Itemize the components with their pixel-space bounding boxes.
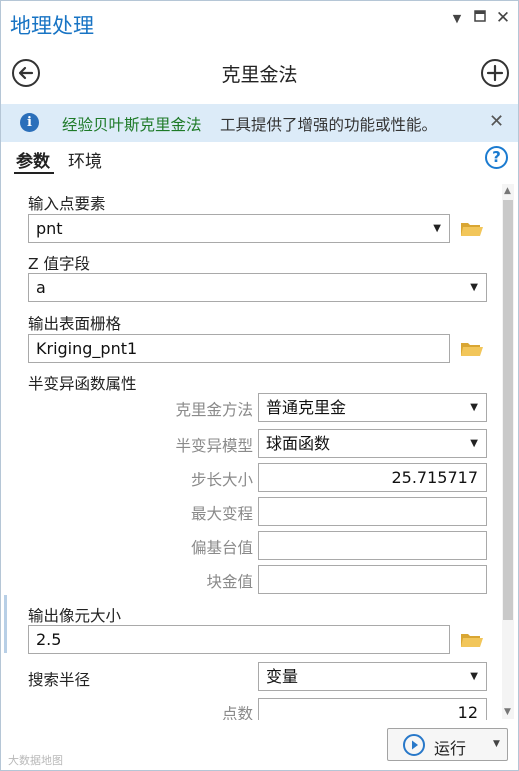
kriging-method-dropdown[interactable]: 普通克里金 ▼ — [258, 393, 487, 422]
chevron-down-icon: ▼ — [470, 671, 478, 682]
nugget-input[interactable] — [258, 565, 487, 594]
lag-size-input[interactable]: 25.715717 — [258, 463, 487, 492]
chevron-down-icon: ▼ — [470, 438, 478, 449]
points-label: 点数 — [221, 705, 253, 720]
semivariogram-group-label: 半变异函数属性 — [28, 375, 137, 393]
cell-size-label: 输出像元大小 — [28, 607, 122, 625]
maximize-icon[interactable] — [471, 8, 489, 26]
play-icon — [403, 734, 425, 756]
cell-size-input[interactable]: 2.5 — [28, 625, 450, 654]
selection-accent — [4, 595, 7, 653]
tab-environments[interactable]: 环境 — [68, 147, 102, 172]
major-range-input[interactable] — [258, 497, 487, 526]
scroll-down-icon[interactable]: ▼ — [504, 707, 511, 717]
partial-sill-input[interactable] — [258, 531, 487, 560]
semivariogram-model-label: 半变异模型 — [175, 437, 253, 455]
chevron-down-icon: ▼ — [433, 223, 441, 234]
search-radius-dropdown[interactable]: 变量 ▼ — [258, 662, 487, 691]
z-field-dropdown[interactable]: a ▼ — [28, 273, 487, 302]
input-points-label: 输入点要素 — [28, 195, 106, 213]
nugget-label: 块金值 — [206, 573, 253, 591]
clipped-row: 点数 12 — [0, 694, 500, 720]
chevron-down-icon: ▼ — [470, 402, 478, 413]
info-icon: i — [20, 113, 39, 132]
lag-size-label: 步长大小 — [190, 471, 253, 489]
pane-title: 地理处理 — [10, 14, 94, 38]
close-icon[interactable]: ✕ — [494, 8, 512, 28]
banner-link[interactable]: 经验贝叶斯克里金法 — [62, 113, 202, 135]
tab-parameters[interactable]: 参数 — [16, 147, 50, 172]
output-raster-input[interactable]: Kriging_pnt1 — [28, 334, 450, 363]
major-range-label: 最大变程 — [190, 505, 253, 523]
output-raster-value: Kriging_pnt1 — [36, 339, 138, 358]
chevron-down-icon[interactable]: ▼ — [493, 739, 500, 749]
input-points-dropdown[interactable]: pnt ▼ — [28, 214, 450, 243]
watermark: 大数据地图 — [8, 754, 63, 767]
kriging-method-label: 克里金方法 — [175, 401, 253, 419]
pane-menu-icon[interactable]: ▼ — [448, 12, 466, 25]
folder-icon[interactable] — [460, 220, 484, 238]
input-points-value: pnt — [36, 219, 63, 238]
scroll-up-icon[interactable]: ▲ — [504, 186, 511, 196]
cell-size-value: 2.5 — [36, 630, 62, 649]
z-field-label: Z 值字段 — [28, 255, 91, 273]
semivariogram-model-value: 球面函数 — [266, 434, 331, 453]
z-field-value: a — [36, 278, 46, 297]
semivariogram-model-dropdown[interactable]: 球面函数 ▼ — [258, 429, 487, 458]
points-input[interactable]: 12 — [258, 698, 487, 720]
help-icon[interactable]: ? — [485, 146, 508, 169]
output-raster-label: 输出表面栅格 — [28, 315, 122, 333]
search-radius-label: 搜索半径 — [28, 671, 91, 689]
folder-icon[interactable] — [460, 631, 484, 649]
chevron-down-icon: ▼ — [470, 282, 478, 293]
folder-icon[interactable] — [460, 340, 484, 358]
banner-text: 工具提供了增强的功能或性能。 — [220, 116, 438, 134]
tool-title: 克里金法 — [221, 64, 298, 86]
tab-underline — [14, 172, 54, 174]
banner-close-icon[interactable]: ✕ — [489, 111, 504, 132]
search-radius-value: 变量 — [266, 667, 299, 686]
partial-sill-label: 偏基台值 — [190, 539, 253, 557]
run-label: 运行 — [434, 739, 467, 758]
kriging-method-value: 普通克里金 — [266, 398, 347, 417]
scrollbar-thumb[interactable] — [503, 200, 513, 620]
add-icon[interactable] — [481, 59, 509, 87]
